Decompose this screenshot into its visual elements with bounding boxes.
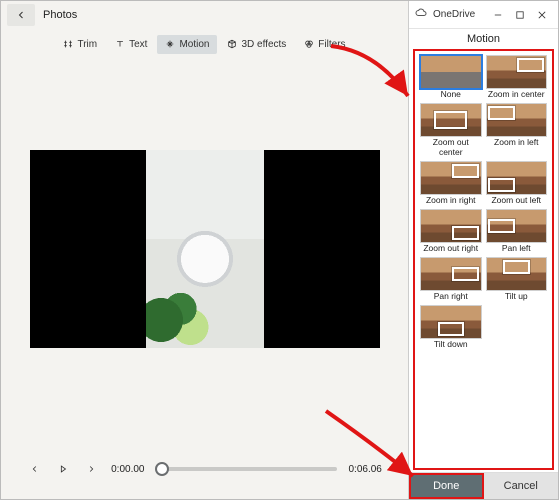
motion-thumb	[486, 257, 548, 291]
cube-icon	[227, 39, 237, 49]
tool-label: 3D effects	[241, 39, 286, 50]
minimize-icon	[494, 11, 502, 19]
motion-option[interactable]: None	[420, 55, 482, 99]
editor-titlebar: Photos	[1, 1, 408, 29]
next-frame-button[interactable]	[83, 461, 99, 477]
video-frame[interactable]	[30, 150, 380, 348]
prev-frame-button[interactable]	[27, 461, 43, 477]
motion-thumb	[420, 103, 482, 137]
motion-option[interactable]: Zoom out left	[486, 161, 548, 205]
panel-actions: Done Cancel	[409, 472, 558, 499]
text-icon	[115, 39, 125, 49]
tool-motion[interactable]: Motion	[157, 35, 217, 54]
motion-option[interactable]: Zoom in center	[486, 55, 548, 99]
motion-option-label: Zoom in center	[486, 89, 548, 99]
motion-thumb	[420, 305, 482, 339]
close-icon	[538, 11, 546, 19]
done-button[interactable]: Done	[409, 473, 484, 499]
skip-forward-icon	[86, 464, 96, 474]
motion-grid: None Zoom in center Zoom out center Zoom in…	[420, 55, 547, 349]
motion-thumb	[420, 161, 482, 195]
play-button[interactable]	[55, 461, 71, 477]
motion-thumb	[486, 161, 548, 195]
filters-icon	[304, 39, 314, 49]
panel-heading: Motion	[409, 29, 558, 47]
maximize-button[interactable]	[510, 8, 530, 22]
motion-option[interactable]: Zoom out right	[420, 209, 482, 253]
motion-option-label: Tilt down	[420, 339, 482, 349]
tool-label: Filters	[318, 39, 345, 50]
tool-3d-effects[interactable]: 3D effects	[219, 35, 294, 54]
panel-app-title: OneDrive	[433, 9, 475, 20]
editor-pane: Photos Trim Text Motion 3D effects Filte…	[1, 1, 408, 499]
motion-option-label: Zoom in right	[420, 195, 482, 205]
video-preview-decor	[146, 278, 210, 348]
editor-toolbar: Trim Text Motion 3D effects Filters	[1, 29, 408, 59]
motion-option-label: None	[420, 89, 482, 99]
motion-option-label: Zoom out right	[420, 243, 482, 253]
seek-thumb[interactable]	[155, 462, 169, 476]
arrow-left-icon	[15, 9, 27, 21]
motion-thumb	[420, 209, 482, 243]
motion-panel: OneDrive Motion None Zoom in center Zoom o…	[408, 1, 558, 499]
motion-option[interactable]: Tilt up	[486, 257, 548, 301]
tool-trim[interactable]: Trim	[55, 35, 105, 54]
play-icon	[58, 464, 68, 474]
motion-option[interactable]: Pan right	[420, 257, 482, 301]
tool-label: Text	[129, 39, 147, 50]
tool-label: Motion	[179, 39, 209, 50]
trim-icon	[63, 39, 73, 49]
motion-option[interactable]: Zoom in right	[420, 161, 482, 205]
playback-bar: 0:00.00 0:06.06	[1, 439, 408, 499]
motion-option[interactable]: Zoom out center	[420, 103, 482, 157]
app-title: Photos	[43, 9, 77, 21]
panel-titlebar: OneDrive	[409, 1, 558, 29]
motion-option[interactable]: Tilt down	[420, 305, 482, 349]
app-window: Photos Trim Text Motion 3D effects Filte…	[0, 0, 559, 500]
motion-option-label: Zoom in left	[486, 137, 548, 147]
cancel-button[interactable]: Cancel	[484, 473, 559, 499]
motion-thumb	[420, 55, 482, 89]
motion-thumb	[486, 103, 548, 137]
current-time: 0:00.00	[111, 464, 144, 475]
motion-icon	[165, 39, 175, 49]
tool-filters[interactable]: Filters	[296, 35, 353, 54]
motion-option[interactable]: Pan left	[486, 209, 548, 253]
motion-options-container: None Zoom in center Zoom out center Zoom in…	[413, 49, 554, 470]
tool-label: Trim	[77, 39, 97, 50]
motion-option-label: Pan right	[420, 291, 482, 301]
minimize-button[interactable]	[488, 8, 508, 22]
total-time: 0:06.06	[349, 464, 382, 475]
video-stage	[1, 59, 408, 439]
back-button[interactable]	[7, 4, 35, 26]
motion-option[interactable]: Zoom in left	[486, 103, 548, 157]
motion-thumb	[486, 55, 548, 89]
motion-option-label: Zoom out center	[420, 137, 482, 157]
skip-back-icon	[30, 464, 40, 474]
seek-track[interactable]	[157, 467, 337, 471]
maximize-icon	[516, 11, 524, 19]
motion-option-label: Pan left	[486, 243, 548, 253]
motion-thumb	[486, 209, 548, 243]
motion-thumb	[420, 257, 482, 291]
cloud-icon	[415, 7, 427, 22]
close-button[interactable]	[532, 8, 552, 22]
motion-option-label: Tilt up	[486, 291, 548, 301]
tool-text[interactable]: Text	[107, 35, 155, 54]
video-preview	[146, 150, 264, 348]
motion-option-label: Zoom out left	[486, 195, 548, 205]
